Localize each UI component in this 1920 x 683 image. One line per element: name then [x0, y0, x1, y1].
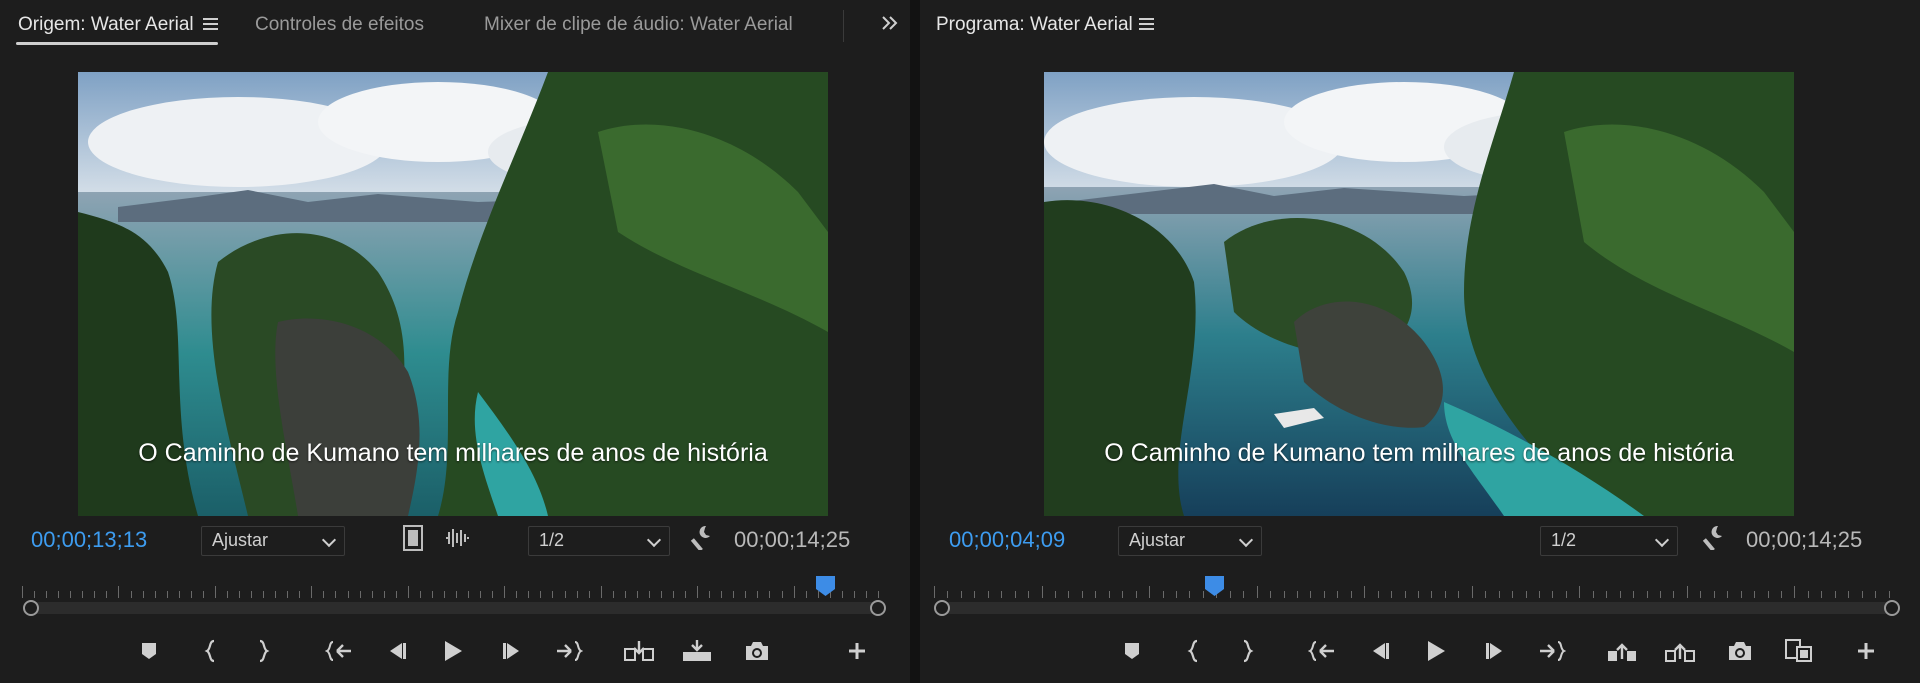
overwrite-button[interactable] — [680, 635, 714, 667]
step-back-button[interactable] — [379, 635, 413, 667]
chevron-down-icon — [321, 532, 337, 548]
step-back-button[interactable] — [1362, 635, 1396, 667]
program-panel-menu-icon[interactable] — [1139, 17, 1155, 31]
chevron-down-icon — [646, 532, 662, 548]
tab-separator — [843, 10, 844, 42]
plus-icon — [849, 643, 865, 659]
source-fit-label: Ajustar — [212, 530, 269, 550]
go-to-out-button[interactable] — [552, 635, 586, 667]
camera-icon — [1729, 642, 1751, 660]
go-to-in-button[interactable] — [1305, 635, 1339, 667]
program-out-point-handle[interactable] — [1884, 600, 1900, 616]
go-to-in-button[interactable] — [322, 635, 356, 667]
mark-in-icon — [204, 639, 215, 663]
mark-out-button[interactable] — [246, 635, 280, 667]
program-fit-label: Ajustar — [1129, 530, 1186, 550]
drag-audio-only-icon[interactable] — [445, 528, 471, 548]
play-icon — [445, 641, 462, 661]
camera-icon — [746, 642, 768, 660]
source-in-point-handle[interactable] — [23, 600, 39, 616]
source-fit-dropdown[interactable]: Ajustar — [201, 526, 345, 556]
source-time-ruler[interactable] — [22, 582, 890, 598]
drag-video-only-icon[interactable] — [402, 525, 424, 551]
button-editor-add-button[interactable] — [840, 635, 874, 667]
program-duration-timecode: 00;00;14;25 — [1746, 527, 1863, 552]
source-resolution-dropdown[interactable]: 1/2 — [528, 526, 670, 556]
program-resolution-dropdown[interactable]: 1/2 — [1540, 526, 1678, 556]
tab-audio-clip-mixer[interactable]: Mixer de clipe de áudio: Water Aerial — [484, 14, 793, 36]
chevron-down-icon — [1654, 532, 1670, 548]
step-back-icon — [390, 643, 406, 659]
program-video-frame[interactable]: O Caminho de Kumano tem milhares de anos… — [1044, 72, 1794, 516]
lift-button[interactable] — [1605, 635, 1639, 667]
source-playhead[interactable] — [815, 576, 835, 596]
export-frame-button[interactable] — [1723, 635, 1757, 667]
source-tab-bar: Origem: Water Aerial Controles de efeito… — [0, 0, 910, 50]
source-duration-timecode: 00;00;14;25 — [734, 527, 851, 552]
chevron-down-icon — [1238, 532, 1254, 548]
panel-divider[interactable] — [910, 0, 920, 683]
comparison-view-icon — [1785, 639, 1812, 662]
step-forward-icon — [1486, 643, 1502, 659]
play-button[interactable] — [436, 635, 470, 667]
mark-in-icon — [1187, 639, 1198, 663]
button-editor-add-button[interactable] — [1849, 635, 1883, 667]
source-caption: O Caminho de Kumano tem milhares de anos… — [138, 439, 768, 467]
lift-icon — [1608, 643, 1636, 661]
go-to-out-icon — [1540, 641, 1566, 661]
program-current-timecode[interactable]: 00;00;04;09 — [949, 527, 1065, 553]
program-resolution-label: 1/2 — [1551, 530, 1577, 550]
marker-icon — [142, 643, 156, 659]
source-monitor-panel: Origem: Water Aerial Controles de efeito… — [0, 0, 910, 683]
settings-wrench-icon[interactable] — [1702, 524, 1726, 550]
tab-effect-controls[interactable]: Controles de efeitos — [255, 14, 424, 36]
mark-out-button[interactable] — [1230, 635, 1264, 667]
comparison-view-button[interactable] — [1782, 635, 1816, 667]
go-to-in-icon — [1308, 641, 1334, 661]
program-monitor-panel: Programa: Water Aerial O Caminho de Kuma… — [920, 0, 1920, 683]
insert-icon — [624, 641, 654, 661]
extract-icon — [1665, 643, 1695, 662]
add-marker-button[interactable] — [132, 635, 166, 667]
step-forward-icon — [503, 643, 519, 659]
go-to-in-icon — [325, 641, 351, 661]
step-forward-button[interactable] — [496, 635, 530, 667]
settings-wrench-icon[interactable] — [690, 524, 714, 550]
play-icon — [1428, 641, 1445, 661]
marker-icon — [1125, 643, 1139, 659]
step-forward-button[interactable] — [1479, 635, 1513, 667]
tab-source[interactable]: Origem: Water Aerial — [18, 14, 194, 36]
program-fit-dropdown[interactable]: Ajustar — [1118, 526, 1262, 556]
program-playhead[interactable] — [1204, 576, 1224, 596]
source-timeline-track[interactable] — [28, 602, 880, 614]
program-time-ruler[interactable] — [934, 582, 1902, 598]
source-current-timecode[interactable]: 00;00;13;13 — [31, 527, 147, 553]
mark-in-button[interactable] — [194, 635, 228, 667]
step-back-icon — [1373, 643, 1389, 659]
source-out-point-handle[interactable] — [870, 600, 886, 616]
active-tab-underline — [16, 42, 218, 45]
go-to-out-button[interactable] — [1535, 635, 1569, 667]
program-in-point-handle[interactable] — [934, 600, 950, 616]
program-caption: O Caminho de Kumano tem milhares de anos… — [1104, 439, 1734, 467]
tab-program[interactable]: Programa: Water Aerial — [936, 14, 1133, 36]
source-video-frame[interactable]: O Caminho de Kumano tem milhares de anos… — [78, 72, 828, 516]
source-resolution-label: 1/2 — [539, 530, 565, 550]
program-timeline-track[interactable] — [940, 602, 1892, 614]
source-panel-menu-icon[interactable] — [203, 17, 219, 31]
go-to-out-icon — [557, 641, 583, 661]
insert-button[interactable] — [622, 635, 656, 667]
play-button[interactable] — [1419, 635, 1453, 667]
mark-out-icon — [259, 639, 270, 663]
overflow-tabs-chevron-icon[interactable] — [880, 14, 900, 32]
add-marker-button[interactable] — [1115, 635, 1149, 667]
program-tab-bar: Programa: Water Aerial — [920, 0, 1920, 50]
export-frame-button[interactable] — [740, 635, 774, 667]
overwrite-icon — [683, 640, 711, 661]
mark-out-icon — [1243, 639, 1254, 663]
plus-icon — [1858, 643, 1874, 659]
mark-in-button[interactable] — [1177, 635, 1211, 667]
extract-button[interactable] — [1663, 635, 1697, 667]
